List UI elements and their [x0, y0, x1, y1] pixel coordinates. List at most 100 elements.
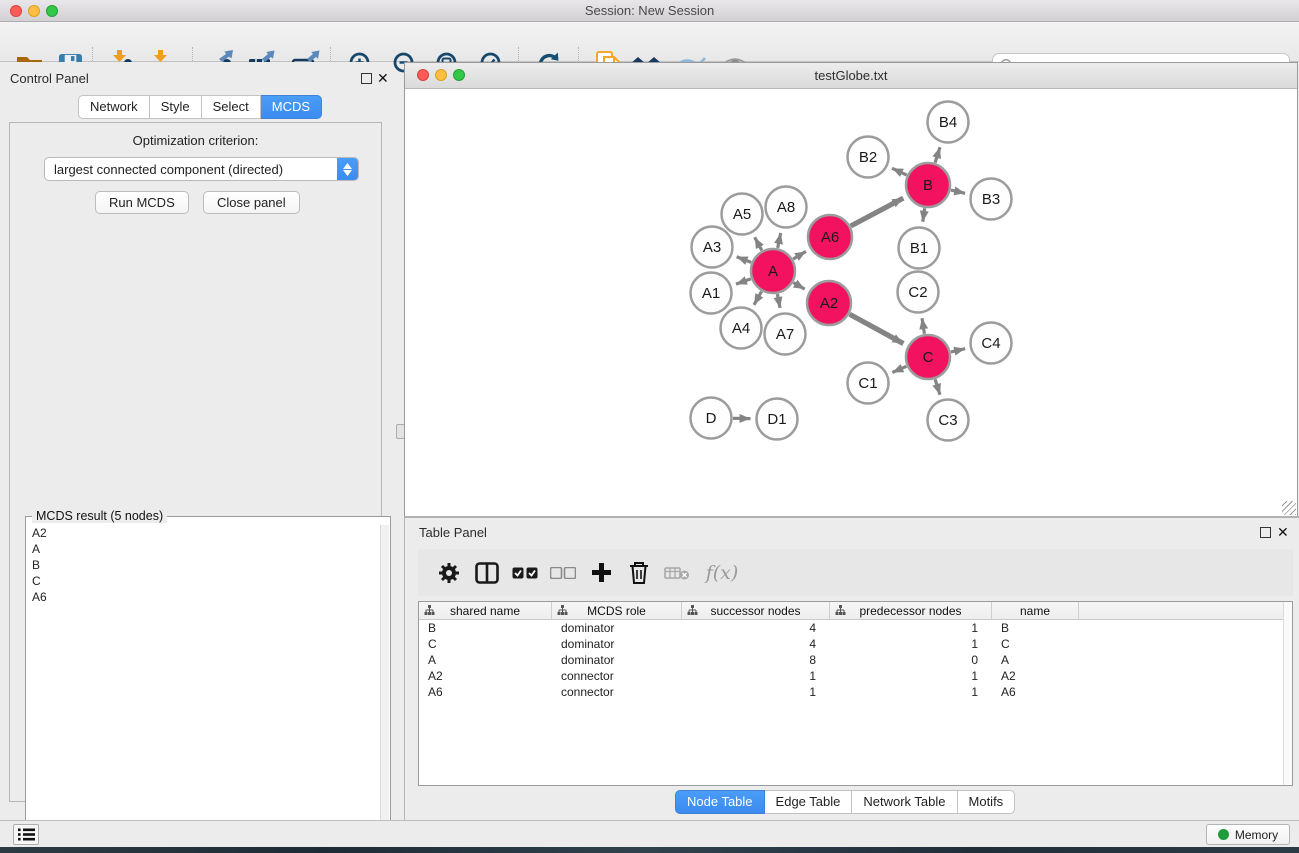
graph-node-B2[interactable]: B2: [848, 137, 889, 178]
table-row[interactable]: Cdominator41C: [419, 636, 1292, 652]
table-tab-node-table[interactable]: Node Table: [675, 790, 765, 814]
graph-node-B[interactable]: B: [906, 163, 950, 207]
graph-edge-A-A5[interactable]: [755, 237, 762, 250]
table-row[interactable]: A6connector11A6: [419, 684, 1292, 700]
close-mcds-panel-button[interactable]: Close panel: [203, 191, 300, 214]
graph-node-A3[interactable]: A3: [692, 227, 733, 268]
tab-select[interactable]: Select: [202, 95, 261, 119]
graph-node-A5[interactable]: A5: [722, 194, 763, 235]
column-header-successor-nodes[interactable]: successor nodes: [682, 602, 830, 619]
table-tab-network-table[interactable]: Network Table: [852, 790, 957, 814]
graph-node-A2[interactable]: A2: [807, 281, 851, 325]
column-header-name[interactable]: name: [992, 602, 1079, 619]
graph-edge-A-A3[interactable]: [737, 257, 751, 263]
tab-network[interactable]: Network: [78, 95, 150, 119]
graph-edge-A6-B[interactable]: [851, 198, 904, 226]
cytoscape-app: Session: New Session: [0, 0, 1299, 853]
graph-node-A8[interactable]: A8: [766, 187, 807, 228]
delete-column-button[interactable]: [620, 554, 658, 592]
add-column-button[interactable]: [582, 554, 620, 592]
cell-predecessor-nodes: 0: [830, 652, 992, 668]
optimization-label: Optimization criterion:: [10, 133, 381, 148]
graph-node-C1[interactable]: C1: [848, 363, 889, 404]
graph-edge-C-C3[interactable]: [935, 379, 940, 394]
table-tab-motifs[interactable]: Motifs: [958, 790, 1016, 814]
result-item-a2[interactable]: A2: [27, 525, 380, 541]
column-header-shared-name[interactable]: shared name: [419, 602, 552, 619]
result-item-a[interactable]: A: [27, 541, 380, 557]
graph-edge-A-A8[interactable]: [778, 233, 781, 248]
graph-node-C3[interactable]: C3: [928, 400, 969, 441]
graph-edge-A-A6[interactable]: [793, 251, 806, 259]
task-history-button[interactable]: [13, 824, 39, 845]
network-canvas[interactable]: A A1 A2 A3 A4 A5 A6 A7 A8 B B1 B2 B3B4 C C1 C2 C3C4 D D1: [405, 89, 1297, 516]
graph-node-A[interactable]: A: [751, 249, 795, 293]
graph-edge-B-B2[interactable]: [892, 168, 907, 175]
graph-node-A6[interactable]: A6: [808, 215, 852, 259]
close-panel-button[interactable]: ✕: [377, 73, 389, 84]
table-row[interactable]: Adominator80A: [419, 652, 1292, 668]
result-item-c[interactable]: C: [27, 573, 380, 589]
table-panel: Table Panel ✕: [404, 518, 1298, 820]
graph-edge-A-A7[interactable]: [777, 294, 780, 308]
table-row[interactable]: A2connector11A2: [419, 668, 1292, 684]
column-label: successor nodes: [710, 604, 800, 618]
columns-icon: [475, 562, 499, 584]
graph-edge-A-A2[interactable]: [793, 283, 804, 289]
deselect-all-button[interactable]: [544, 554, 582, 592]
window-resize-grip[interactable]: [1282, 501, 1296, 515]
mcds-list-scrollbar[interactable]: [380, 525, 389, 853]
table-row[interactable]: Bdominator41B: [419, 620, 1292, 636]
graph-edge-B-B1[interactable]: [923, 208, 925, 222]
column-header-mcds-role[interactable]: MCDS role: [552, 602, 682, 619]
graph-node-B4[interactable]: B4: [928, 102, 969, 143]
graph-node-D[interactable]: D: [691, 398, 732, 439]
trash-icon: [628, 561, 650, 585]
delete-table-button[interactable]: [658, 554, 696, 592]
column-header-predecessor-nodes[interactable]: predecessor nodes: [830, 602, 992, 619]
svg-text:D1: D1: [767, 411, 786, 428]
network-window-titlebar[interactable]: testGlobe.txt: [405, 63, 1297, 89]
list-icon: [18, 828, 35, 841]
graph-edge-A2-C[interactable]: [850, 314, 904, 343]
tab-style[interactable]: Style: [150, 95, 202, 119]
cell-successor-nodes: 4: [682, 620, 830, 636]
graph-node-A7[interactable]: A7: [765, 314, 806, 355]
graph-edge-A-A4[interactable]: [754, 291, 762, 304]
cell-shared-name: C: [419, 636, 552, 652]
result-item-a6[interactable]: A6: [27, 589, 380, 605]
table-tab-edge-table[interactable]: Edge Table: [765, 790, 853, 814]
graph-edge-B-B4[interactable]: [935, 147, 940, 162]
show-columns-button[interactable]: [468, 554, 506, 592]
table-close-button[interactable]: ✕: [1277, 527, 1289, 538]
graph-edge-C-C1[interactable]: [892, 366, 906, 372]
graph-edge-C-C2[interactable]: [922, 318, 924, 334]
graph-edge-C-C4[interactable]: [951, 349, 965, 352]
graph-node-C2[interactable]: C2: [898, 272, 939, 313]
graph-node-B3[interactable]: B3: [971, 179, 1012, 220]
svg-text:B1: B1: [910, 240, 928, 257]
result-item-b[interactable]: B: [27, 557, 380, 573]
table-body: Bdominator41BCdominator41CAdominator80AA…: [419, 620, 1292, 700]
memory-button[interactable]: Memory: [1206, 824, 1290, 845]
column-label: shared name: [450, 604, 520, 618]
mcds-result-group: MCDS result (5 nodes) A2ABCA6: [25, 516, 391, 853]
float-panel-button[interactable]: [361, 73, 372, 84]
graph-node-C4[interactable]: C4: [971, 323, 1012, 364]
graph-edge-B-B3[interactable]: [951, 190, 965, 193]
graph-node-D1[interactable]: D1: [757, 399, 798, 440]
graph-node-C[interactable]: C: [906, 335, 950, 379]
graph-node-B1[interactable]: B1: [899, 228, 940, 269]
table-settings-button[interactable]: [430, 554, 468, 592]
graph-edge-A-A1[interactable]: [736, 279, 751, 284]
table-float-button[interactable]: [1260, 527, 1271, 538]
svg-text:B: B: [923, 177, 933, 194]
graph-node-A4[interactable]: A4: [721, 308, 762, 349]
criterion-dropdown[interactable]: largest connected component (directed): [44, 157, 359, 181]
graph-node-A1[interactable]: A1: [691, 273, 732, 314]
select-all-button[interactable]: [506, 554, 544, 592]
table-scrollbar[interactable]: [1283, 602, 1292, 785]
tab-mcds[interactable]: MCDS: [261, 95, 322, 119]
run-mcds-button[interactable]: Run MCDS: [95, 191, 189, 214]
function-builder-button[interactable]: f(x): [696, 554, 748, 592]
